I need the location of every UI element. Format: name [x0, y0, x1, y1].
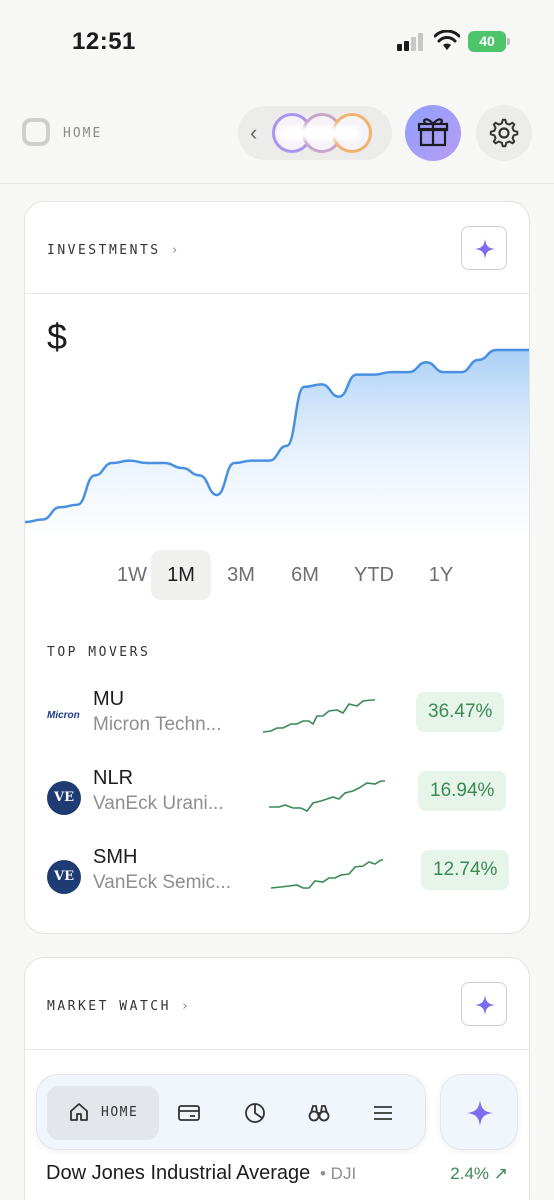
index-name: Dow Jones Industrial Average [46, 1162, 311, 1184]
nav-home-label: HOME [101, 1105, 139, 1120]
range-ytd[interactable]: YTD [347, 550, 401, 600]
ai-assistant-button[interactable] [440, 1074, 518, 1150]
table-row[interactable]: Dow Jones Industrial Average • DJI 2.4% … [46, 1160, 508, 1190]
range-6m[interactable]: 6M [283, 550, 327, 600]
redacted-accounts [280, 126, 360, 140]
index-symbol: • DJI [320, 1164, 357, 1183]
mover-symbol: SMH [93, 846, 138, 868]
sparkle-icon [467, 1100, 493, 1126]
investments-title-link[interactable]: INVESTMENTS › [47, 243, 178, 258]
ai-insights-button[interactable] [461, 226, 507, 270]
cellular-signal-icon [397, 33, 425, 51]
chart-area [25, 350, 529, 532]
binoculars-icon[interactable] [307, 1101, 331, 1125]
mover-sparkline [269, 780, 385, 813]
page-title: HOME [63, 126, 103, 141]
mover-symbol: MU [93, 688, 125, 710]
investments-title: INVESTMENTS [47, 243, 161, 258]
vaneck-logo: VE [47, 860, 81, 894]
vaneck-logo: VE [47, 781, 81, 815]
gift-icon [417, 118, 449, 147]
ai-insights-button[interactable] [461, 982, 507, 1026]
list-item[interactable]: VE NLR VanEck Urani... 16.94% [25, 767, 529, 827]
mover-sparkline [262, 699, 375, 733]
nav-home[interactable]: HOME [47, 1086, 159, 1140]
mover-change-badge: 12.74% [421, 850, 510, 890]
list-item[interactable]: Micron MU Micron Techn... 36.47% [25, 688, 529, 748]
sparkle-icon [475, 239, 495, 259]
divider [25, 293, 529, 294]
settings-button[interactable] [476, 105, 532, 161]
chevron-right-icon: › [170, 243, 179, 258]
card-icon[interactable] [177, 1101, 201, 1125]
range-1y[interactable]: 1Y [421, 550, 461, 600]
market-watch-title-link[interactable]: MARKET WATCH › [47, 999, 189, 1014]
app-logo-icon [22, 118, 50, 146]
app-header: HOME ‹ [0, 96, 554, 184]
bottom-nav: HOME [36, 1074, 426, 1150]
mover-name: VanEck Urani... [93, 793, 224, 814]
list-item[interactable]: VE SMH VanEck Semic... 12.74% [25, 846, 529, 906]
top-movers-title: TOP MOVERS [47, 645, 151, 660]
investments-card: INVESTMENTS › $ 1W 1M 3M 6M YTD 1Y TOP MO… [24, 201, 530, 934]
mover-symbol: NLR [93, 767, 134, 789]
range-1w[interactable]: 1W [111, 550, 153, 600]
menu-icon[interactable] [371, 1101, 395, 1125]
status-time: 12:51 [72, 28, 136, 55]
mover-sparkline [270, 859, 383, 889]
status-bar: 12:51 40 [0, 0, 554, 80]
pie-chart-icon[interactable] [243, 1101, 267, 1125]
micron-logo: Micron [47, 710, 80, 721]
sparkle-icon [475, 995, 495, 1015]
market-watch-title: MARKET WATCH [47, 999, 171, 1014]
range-3m[interactable]: 3M [219, 550, 263, 600]
portfolio-chart[interactable] [25, 342, 530, 532]
chevron-right-icon: › [180, 999, 189, 1014]
chevron-left-icon: ‹ [250, 120, 258, 145]
mover-change-badge: 36.47% [416, 692, 505, 732]
gear-icon [489, 118, 519, 148]
mover-name: Micron Techn... [93, 714, 222, 735]
index-change: 2.4% ↗ [450, 1164, 508, 1183]
account-switcher[interactable]: ‹ [238, 106, 392, 160]
mover-name: VanEck Semic... [93, 872, 231, 893]
battery-indicator: 40 [468, 31, 510, 52]
mover-change-badge: 16.94% [418, 771, 507, 811]
home-icon [70, 1103, 88, 1121]
range-1m[interactable]: 1M [151, 550, 211, 600]
time-range-selector: 1W 1M 3M 6M YTD 1Y [85, 550, 505, 600]
wifi-icon [434, 30, 460, 50]
divider [25, 1049, 529, 1050]
rewards-button[interactable] [405, 105, 461, 161]
